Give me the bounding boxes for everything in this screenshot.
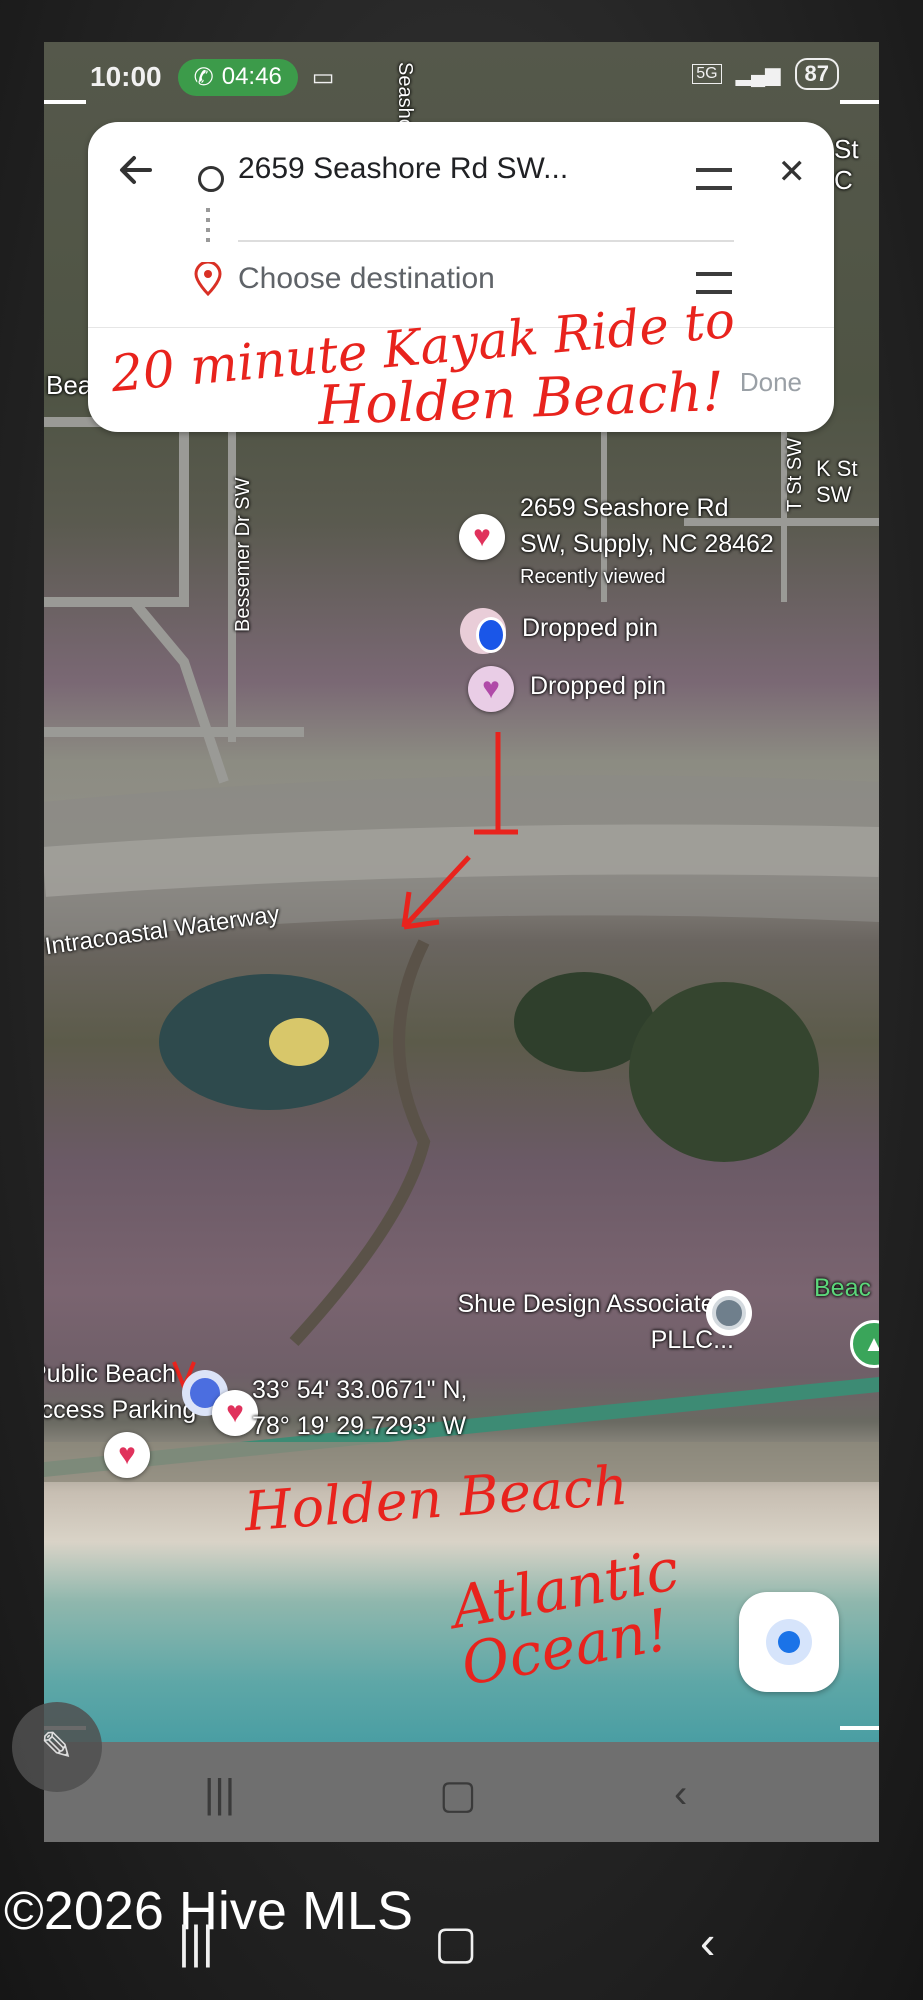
heart-icon: ♥ xyxy=(482,672,500,705)
business-label: Shue Design Associates, PLLC... xyxy=(457,1290,734,1354)
annotation-headline-line2: Holden Beach! xyxy=(317,359,725,438)
input-divider xyxy=(238,240,734,242)
home-icon[interactable]: ▢ xyxy=(439,1772,477,1818)
street-label-bessemer: Bessemer Dr SW xyxy=(232,477,254,632)
crop-corner-top-right[interactable] xyxy=(840,100,879,148)
close-icon[interactable]: ✕ xyxy=(778,152,807,192)
done-button[interactable]: Done xyxy=(740,367,802,398)
crop-corner-top-left[interactable] xyxy=(44,100,86,148)
heart-icon: ♥ xyxy=(226,1396,244,1429)
dropped-pin-label-1: Dropped pin xyxy=(522,614,659,642)
beach-edge-label: Beac xyxy=(814,1274,871,1302)
directions-card: 2659 Seashore Rd SW... ✕ Choose destinat… xyxy=(88,122,834,438)
heart-icon: ♥ xyxy=(118,1438,136,1471)
reorder-handle-icon[interactable] xyxy=(696,168,732,190)
back-icon[interactable]: ‹ xyxy=(674,1772,687,1817)
network-label: 5G xyxy=(692,64,722,84)
phone-screen: Seashore St St C Bea Bessemer Dr SW K St… xyxy=(44,42,879,1842)
outer-back-icon[interactable]: ‹ xyxy=(700,1915,715,1969)
pencil-icon: ✎ xyxy=(40,1725,74,1769)
destination-input[interactable]: Choose destination xyxy=(238,262,495,296)
place-dot-icon xyxy=(712,1296,746,1330)
heart-icon: ♥ xyxy=(473,520,491,553)
street-label-k: K St SW xyxy=(816,456,858,507)
coordinates-label-2: 78° 19' 29.7293" W xyxy=(252,1412,467,1440)
destination-pin-icon xyxy=(194,262,222,296)
business-pin[interactable] xyxy=(706,1290,752,1336)
back-arrow-icon[interactable] xyxy=(116,150,156,190)
address-label-line2: SW, Supply, NC 28462 xyxy=(520,530,774,558)
address-label-line1: 2659 Seashore Rd xyxy=(520,494,729,522)
status-time: 10:00 xyxy=(90,61,162,92)
current-location-dot-icon xyxy=(476,617,506,653)
saved-place-pin[interactable]: ♥ xyxy=(459,514,505,560)
street-label-t: T St SW xyxy=(784,437,806,512)
status-bar: 10:00 ✆ 04:46 ▭ 5G ▂▄▆ 87 xyxy=(44,42,879,112)
recently-viewed-label: Recently viewed xyxy=(520,566,666,588)
phone-icon: ✆ xyxy=(193,63,214,91)
message-icon: ▭ xyxy=(311,63,335,91)
call-timer: 04:46 xyxy=(221,63,282,90)
public-beach-label-2: Access Parking xyxy=(44,1396,197,1424)
origin-circle-icon xyxy=(198,166,224,192)
coordinates-label-1: 33° 54' 33.0671" N, xyxy=(252,1376,468,1404)
inner-navigation-bar: ||| ▢ ‹ xyxy=(44,1742,879,1842)
origin-input[interactable]: 2659 Seashore Rd SW... xyxy=(238,152,568,186)
dropped-pin-label-2: Dropped pin xyxy=(530,672,667,700)
tree-icon: ▲ xyxy=(863,1331,879,1356)
signal-icon: ▂▄▆ xyxy=(735,63,781,86)
edit-button[interactable]: ✎ xyxy=(12,1702,102,1792)
edge-label-bea: Bea xyxy=(46,370,93,400)
public-beach-label-1: Public Beach xyxy=(44,1360,176,1388)
outer-home-icon[interactable]: ▢ xyxy=(434,1915,477,1969)
route-dots xyxy=(206,208,210,244)
active-call-chip[interactable]: ✆ 04:46 xyxy=(177,58,298,96)
crop-corner-bottom-right[interactable] xyxy=(840,1682,879,1730)
outer-recent-apps-icon[interactable]: ||| xyxy=(178,1915,214,1969)
status-right: 5G ▂▄▆ 87 xyxy=(692,58,839,90)
dropped-pin-marker-1[interactable] xyxy=(460,608,506,654)
my-location-button[interactable] xyxy=(739,1592,839,1692)
recent-apps-icon[interactable]: ||| xyxy=(204,1772,235,1817)
battery-indicator: 87 xyxy=(794,58,839,90)
dropped-pin-marker-2[interactable]: ♥ xyxy=(468,666,514,712)
beach-access-pin[interactable]: ♥ xyxy=(104,1432,150,1478)
my-location-icon xyxy=(766,1619,812,1665)
